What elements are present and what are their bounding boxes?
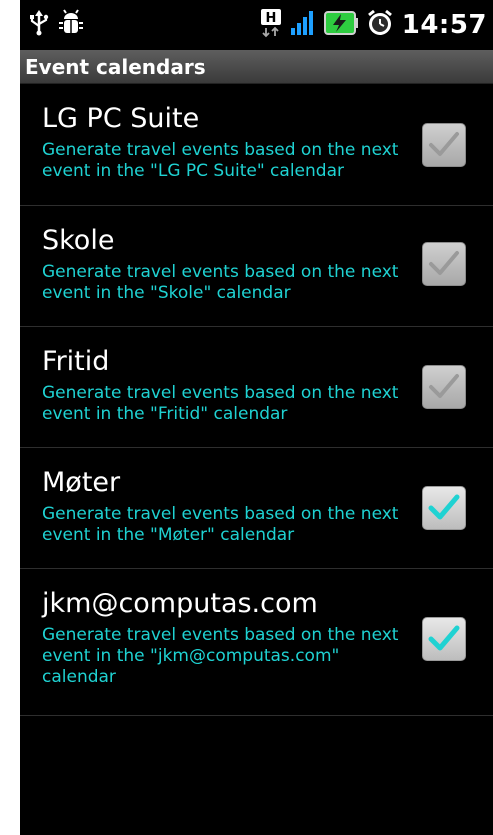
title-bar: Event calendars: [20, 50, 493, 84]
signal-icon: [290, 10, 316, 40]
list-item-title: LG PC Suite: [42, 103, 200, 134]
list-item[interactable]: Møter Generate travel events based on th…: [20, 448, 493, 569]
list-item-subtitle: Generate travel events based on the next…: [42, 504, 399, 545]
status-bar-left: [28, 9, 84, 41]
list-item-subtitle: Generate travel events based on the next…: [42, 383, 399, 424]
list-item[interactable]: LG PC Suite Generate travel events based…: [20, 84, 493, 206]
svg-text:H: H: [265, 11, 276, 26]
calendar-checkbox[interactable]: [422, 123, 466, 167]
page-title: Event calendars: [25, 54, 206, 79]
battery-charging-icon: [323, 10, 358, 40]
alarm-icon: [366, 9, 394, 41]
list-item-title: Skole: [42, 225, 115, 256]
calendar-checkbox[interactable]: [422, 486, 466, 530]
check-icon: [429, 251, 459, 275]
hspa-icon: H: [260, 8, 282, 42]
usb-icon: [28, 10, 50, 40]
phone-screen: H 14:57 Event calendars LG PC Suite Gene…: [20, 0, 493, 835]
calendar-checkbox[interactable]: [422, 365, 466, 409]
debug-bug-icon: [58, 9, 84, 41]
check-icon: [428, 625, 460, 651]
calendar-list: LG PC Suite Generate travel events based…: [20, 84, 493, 716]
list-item[interactable]: Fritid Generate travel events based on t…: [20, 327, 493, 448]
list-item-title: jkm@computas.com: [42, 588, 318, 619]
list-item[interactable]: Skole Generate travel events based on th…: [20, 206, 493, 327]
check-icon: [428, 494, 460, 520]
status-bar-right: H 14:57: [260, 8, 487, 42]
status-bar: H 14:57: [20, 0, 493, 50]
calendar-checkbox[interactable]: [422, 617, 466, 661]
check-icon: [429, 132, 459, 156]
calendar-checkbox[interactable]: [422, 242, 466, 286]
list-item-title: Fritid: [42, 346, 110, 377]
list-item-subtitle: Generate travel events based on the next…: [42, 140, 399, 181]
list-item-title: Møter: [42, 467, 121, 498]
list-item-subtitle: Generate travel events based on the next…: [42, 262, 399, 303]
list-item-subtitle: Generate travel events based on the next…: [42, 625, 399, 687]
list-item[interactable]: jkm@computas.com Generate travel events …: [20, 569, 493, 716]
check-icon: [429, 374, 459, 398]
status-clock: 14:57: [401, 10, 487, 40]
